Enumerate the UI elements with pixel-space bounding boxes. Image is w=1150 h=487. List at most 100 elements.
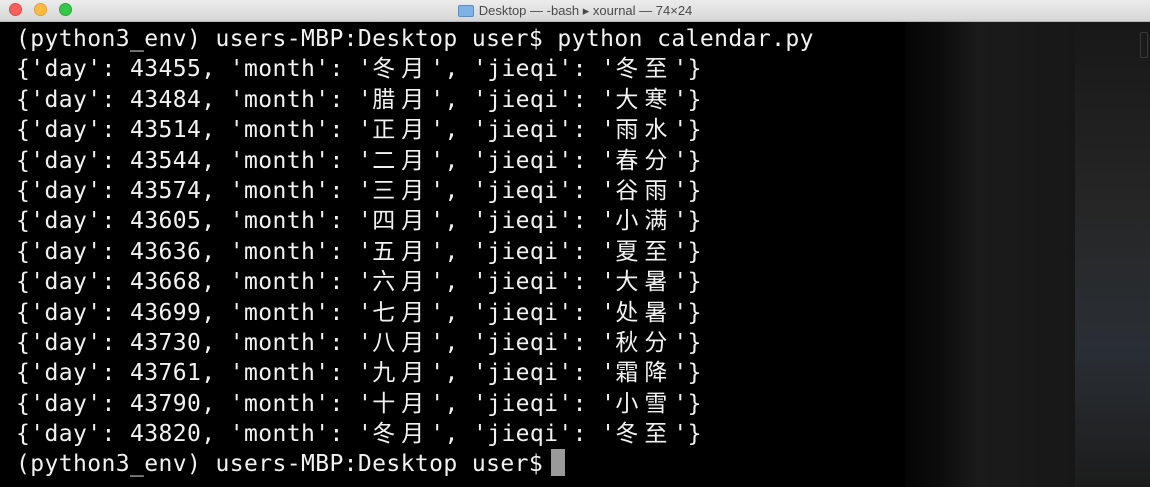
jieqi-value: 小满 bbox=[615, 208, 674, 235]
month-value: 二月 bbox=[372, 147, 431, 174]
syntax-text: '} bbox=[673, 390, 702, 417]
output-line: {'day': 43605, 'month': '四月', 'jieqi': '… bbox=[16, 206, 1150, 236]
window-titlebar: Desktop — -bash ▸ xournal — 74×24 bbox=[0, 0, 1150, 22]
syntax-text: {'day': bbox=[16, 177, 130, 204]
syntax-text: {'day': bbox=[16, 208, 130, 235]
jieqi-value: 夏至 bbox=[615, 238, 674, 265]
syntax-text: ', 'jieqi': ' bbox=[430, 56, 616, 83]
text-cursor bbox=[551, 449, 566, 477]
syntax-text: {'day': bbox=[16, 421, 130, 448]
syntax-text: {'day': bbox=[16, 269, 130, 296]
day-value: 43636 bbox=[129, 238, 202, 265]
syntax-text: {'day': bbox=[16, 117, 130, 144]
month-value: 九月 bbox=[372, 360, 431, 387]
syntax-text: ', 'jieqi': ' bbox=[430, 421, 616, 448]
syntax-text: {'day': bbox=[16, 299, 130, 326]
syntax-text: {'day': bbox=[16, 390, 130, 417]
output-line: {'day': 43730, 'month': '八月', 'jieqi': '… bbox=[16, 328, 1150, 358]
output-line: {'day': 43699, 'month': '七月', 'jieqi': '… bbox=[16, 298, 1150, 328]
output-line: {'day': 43790, 'month': '十月', 'jieqi': '… bbox=[16, 389, 1150, 419]
jieqi-value: 冬至 bbox=[615, 56, 674, 83]
output-line: {'day': 43820, 'month': '冬月', 'jieqi': '… bbox=[16, 419, 1150, 449]
syntax-text: , 'month': ' bbox=[201, 208, 373, 235]
day-value: 43514 bbox=[129, 117, 202, 144]
output-line: {'day': 43484, 'month': '腊月', 'jieqi': '… bbox=[16, 85, 1150, 115]
shell-prompt: (python3_env) users-MBP:Desktop user$ bbox=[16, 451, 544, 478]
syntax-text: ', 'jieqi': ' bbox=[430, 390, 616, 417]
folder-icon bbox=[457, 5, 474, 17]
syntax-text: '} bbox=[673, 269, 702, 296]
syntax-text: '} bbox=[673, 299, 702, 326]
day-value: 43761 bbox=[129, 360, 202, 387]
syntax-text: '} bbox=[673, 421, 702, 448]
syntax-text: ', 'jieqi': ' bbox=[430, 208, 616, 235]
month-value: 冬月 bbox=[372, 421, 431, 448]
output-line: {'day': 43455, 'month': '冬月', 'jieqi': '… bbox=[16, 54, 1150, 84]
jieqi-value: 大暑 bbox=[615, 269, 674, 296]
syntax-text: , 'month': ' bbox=[201, 56, 373, 83]
terminal-pane[interactable]: (python3_env) users-MBP:Desktop user$ py… bbox=[0, 22, 1150, 487]
syntax-text: {'day': bbox=[16, 329, 130, 356]
month-value: 四月 bbox=[372, 208, 431, 235]
syntax-text: '} bbox=[673, 360, 702, 387]
syntax-text: ', 'jieqi': ' bbox=[430, 177, 616, 204]
prompt-line: (python3_env) users-MBP:Desktop user$ bbox=[16, 449, 1150, 479]
syntax-text: '} bbox=[673, 208, 702, 235]
month-value: 腊月 bbox=[372, 86, 431, 113]
output-line: {'day': 43636, 'month': '五月', 'jieqi': '… bbox=[16, 237, 1150, 267]
day-value: 43820 bbox=[129, 421, 202, 448]
day-value: 43730 bbox=[129, 329, 202, 356]
jieqi-value: 霜降 bbox=[615, 360, 674, 387]
output-line: {'day': 43761, 'month': '九月', 'jieqi': '… bbox=[16, 358, 1150, 388]
syntax-text: ', 'jieqi': ' bbox=[430, 117, 616, 144]
syntax-text: '} bbox=[673, 329, 702, 356]
output-line: {'day': 43668, 'month': '六月', 'jieqi': '… bbox=[16, 267, 1150, 297]
syntax-text: ', 'jieqi': ' bbox=[430, 269, 616, 296]
day-value: 43605 bbox=[129, 208, 202, 235]
output-line: {'day': 43574, 'month': '三月', 'jieqi': '… bbox=[16, 176, 1150, 206]
syntax-text: , 'month': ' bbox=[201, 86, 373, 113]
output-rows: {'day': 43455, 'month': '冬月', 'jieqi': '… bbox=[16, 54, 1150, 449]
syntax-text: {'day': bbox=[16, 56, 130, 83]
output-line: {'day': 43544, 'month': '二月', 'jieqi': '… bbox=[16, 146, 1150, 176]
month-value: 六月 bbox=[372, 269, 431, 296]
syntax-text: ', 'jieqi': ' bbox=[430, 360, 616, 387]
month-value: 正月 bbox=[372, 117, 431, 144]
jieqi-value: 处暑 bbox=[615, 299, 674, 326]
month-value: 七月 bbox=[372, 299, 431, 326]
syntax-text: '} bbox=[673, 177, 702, 204]
syntax-text: , 'month': ' bbox=[201, 329, 373, 356]
month-value: 十月 bbox=[372, 390, 431, 417]
jieqi-value: 大寒 bbox=[615, 86, 674, 113]
jieqi-value: 春分 bbox=[615, 147, 674, 174]
syntax-text: '} bbox=[673, 56, 702, 83]
output-line: {'day': 43514, 'month': '正月', 'jieqi': '… bbox=[16, 115, 1150, 145]
terminal-output: (python3_env) users-MBP:Desktop user$ py… bbox=[16, 24, 1150, 480]
syntax-text: , 'month': ' bbox=[201, 390, 373, 417]
syntax-text: , 'month': ' bbox=[201, 117, 373, 144]
syntax-text: , 'month': ' bbox=[201, 360, 373, 387]
day-value: 43484 bbox=[129, 86, 202, 113]
syntax-text: '} bbox=[673, 86, 702, 113]
syntax-text: , 'month': ' bbox=[201, 177, 373, 204]
syntax-text: ', 'jieqi': ' bbox=[430, 329, 616, 356]
syntax-text: ', 'jieqi': ' bbox=[430, 238, 616, 265]
window-title-area: Desktop — -bash ▸ xournal — 74×24 bbox=[0, 0, 1150, 22]
day-value: 43544 bbox=[129, 147, 202, 174]
syntax-text: ', 'jieqi': ' bbox=[430, 86, 616, 113]
syntax-text: , 'month': ' bbox=[201, 238, 373, 265]
window-title: Desktop — -bash ▸ xournal — 74×24 bbox=[478, 3, 693, 18]
day-value: 43668 bbox=[129, 269, 202, 296]
jieqi-value: 雨水 bbox=[615, 117, 674, 144]
jieqi-value: 谷雨 bbox=[615, 177, 674, 204]
syntax-text: , 'month': ' bbox=[201, 299, 373, 326]
syntax-text: {'day': bbox=[16, 147, 130, 174]
syntax-text: '} bbox=[673, 238, 702, 265]
syntax-text: ', 'jieqi': ' bbox=[430, 147, 616, 174]
syntax-text: , 'month': ' bbox=[201, 147, 373, 174]
syntax-text: '} bbox=[673, 147, 702, 174]
syntax-text: , 'month': ' bbox=[201, 269, 373, 296]
jieqi-value: 秋分 bbox=[615, 329, 674, 356]
day-value: 43790 bbox=[129, 390, 202, 417]
syntax-text: {'day': bbox=[16, 238, 130, 265]
